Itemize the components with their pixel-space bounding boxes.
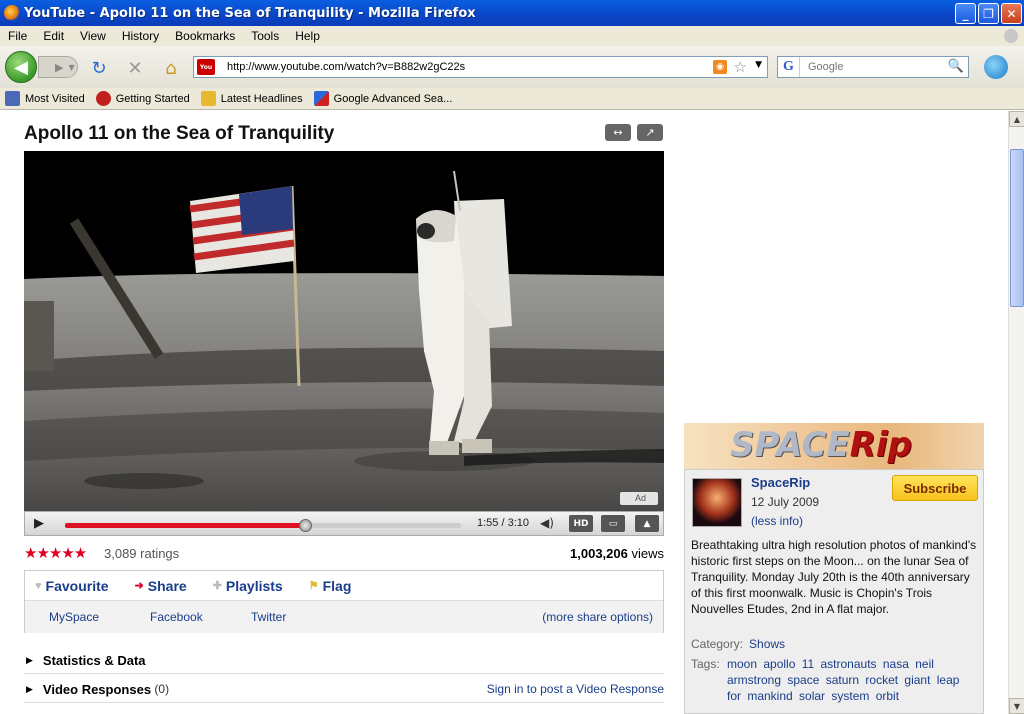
- menu-file[interactable]: File: [8, 29, 27, 43]
- less-info-link[interactable]: (less info): [751, 514, 803, 528]
- share-twitter-link[interactable]: Twitter: [251, 610, 286, 624]
- view-count: 1,003,206 views: [570, 546, 664, 561]
- tags-row: Tags: moon apollo 11 astronauts nasa neil…: [691, 656, 979, 704]
- channel-info-box: SpaceRip 12 July 2009 (less info) Subscr…: [684, 469, 984, 714]
- subscribe-button[interactable]: Subscribe: [892, 475, 978, 501]
- bookmark-star-icon[interactable]: ☆: [734, 58, 747, 76]
- share-arrow-icon: ➜: [134, 580, 144, 592]
- menu-view[interactable]: View: [80, 29, 106, 43]
- progress-handle[interactable]: [298, 519, 312, 532]
- reload-icon[interactable]: ↻: [88, 57, 110, 79]
- channel-name-link[interactable]: SpaceRip: [751, 475, 810, 490]
- expand-triangle-icon: ▶: [26, 683, 33, 694]
- ratings-bar: ★★★★★ 3,089 ratings 1,003,206 views: [24, 544, 664, 562]
- expand-triangle-icon: ▶: [26, 654, 33, 665]
- throbber-icon: [1004, 29, 1018, 43]
- bookmark-most-visited[interactable]: Most Visited: [5, 91, 85, 106]
- hd-button[interactable]: HD: [569, 515, 593, 532]
- heart-icon: ♥: [35, 579, 42, 592]
- share-myspace-link[interactable]: MySpace: [49, 610, 99, 624]
- ad-badge[interactable]: Ad: [635, 493, 646, 503]
- maximize-icon[interactable]: ❐: [978, 3, 999, 24]
- menu-edit[interactable]: Edit: [43, 29, 64, 43]
- google-engine-icon[interactable]: G: [778, 57, 800, 77]
- playlists-button[interactable]: ✚ Playlists: [213, 578, 283, 594]
- menu-history[interactable]: History: [122, 29, 159, 43]
- stop-icon[interactable]: ✕: [124, 57, 146, 79]
- action-panel: ♥ Favourite ➜ Share ✚ Playlists ⚑ Flag MySpa…: [24, 570, 664, 633]
- rss-folder-icon: [200, 91, 216, 106]
- bookmark-google-advanced[interactable]: Google Advanced Sea...: [313, 91, 452, 106]
- plus-icon: ✚: [212, 580, 222, 592]
- share-facebook-link[interactable]: Facebook: [150, 610, 203, 624]
- popout-icon[interactable]: ↗: [637, 124, 663, 141]
- forward-button[interactable]: ▶ ▼: [38, 56, 78, 78]
- play-icon[interactable]: ▶: [34, 516, 44, 531]
- tag-links[interactable]: moon apollo 11 astronauts nasa neil arms…: [727, 656, 979, 704]
- search-bar[interactable]: G 🔍: [777, 56, 969, 78]
- rating-stars[interactable]: ★★★★★: [24, 545, 87, 562]
- volume-icon[interactable]: ◀): [540, 516, 554, 530]
- upload-date: 12 July 2009: [751, 495, 820, 509]
- menu-tools[interactable]: Tools: [251, 29, 279, 43]
- spacerip-banner[interactable]: SPACERip: [684, 423, 984, 469]
- expand-width-icon[interactable]: ↔: [605, 124, 631, 141]
- menu-bookmarks[interactable]: Bookmarks: [175, 29, 235, 43]
- address-bar[interactable]: You http://www.youtube.com/watch?v=B882w…: [193, 56, 768, 78]
- bookmark-latest-headlines[interactable]: Latest Headlines: [200, 91, 303, 106]
- flag-button[interactable]: ⚑ Flag: [309, 578, 352, 594]
- window-title: YouTube - Apollo 11 on the Sea of Tranqu…: [24, 5, 476, 21]
- search-icon[interactable]: 🔍: [948, 59, 964, 74]
- home-icon[interactable]: ⌂: [160, 57, 182, 79]
- bookmark-getting-started[interactable]: Getting Started: [95, 91, 190, 106]
- favourite-button[interactable]: ♥ Favourite: [35, 578, 109, 594]
- most-visited-icon: [5, 91, 20, 106]
- search-input[interactable]: [808, 61, 938, 73]
- url-dropdown-icon[interactable]: ▼: [755, 60, 762, 70]
- scroll-up-icon[interactable]: ▲: [1009, 111, 1024, 127]
- scroll-thumb[interactable]: [1010, 149, 1024, 307]
- video-player[interactable]: Ad: [24, 151, 664, 511]
- menu-bar: File Edit View History Bookmarks Tools H…: [0, 26, 1024, 46]
- navigation-toolbar: ▶ ▼ ◀ ↻ ✕ ⌂ You http://www.youtube.com/wa…: [0, 46, 1024, 88]
- window-titlebar: YouTube - Apollo 11 on the Sea of Tranqu…: [0, 0, 1024, 26]
- rss-feed-icon[interactable]: ◉: [713, 60, 727, 74]
- share-button[interactable]: ➜ Share: [135, 578, 187, 594]
- sign-in-response-link[interactable]: Sign in to post a Video Response: [487, 682, 664, 696]
- popout-player-icon[interactable]: ▭: [601, 515, 625, 532]
- bookmarks-toolbar: Most Visited Getting Started Latest Head…: [0, 88, 1024, 110]
- google-icon: [313, 91, 329, 106]
- minimize-icon[interactable]: _: [955, 3, 976, 24]
- url-text[interactable]: http://www.youtube.com/watch?v=B882w2gC2…: [227, 61, 465, 73]
- channel-avatar[interactable]: [692, 478, 742, 527]
- progress-fill: [65, 523, 305, 528]
- category-link[interactable]: Shows: [749, 637, 785, 651]
- progress-track[interactable]: [65, 519, 461, 532]
- time-display: 1:55 / 3:10: [477, 517, 529, 529]
- scroll-down-icon[interactable]: ▼: [1009, 698, 1024, 714]
- youtube-favicon-icon: You: [197, 59, 215, 75]
- video-frame: [24, 151, 664, 511]
- back-button[interactable]: ◀: [5, 51, 37, 83]
- video-responses-section[interactable]: ▶ Video Responses (0) Sign in to post a …: [24, 676, 664, 703]
- close-icon[interactable]: ✕: [1001, 3, 1022, 24]
- video-description: Breathtaking ultra high resolution photo…: [691, 538, 977, 616]
- spacerip-logo: SPACERip: [730, 425, 912, 465]
- firefox-icon: [4, 5, 20, 21]
- menu-help[interactable]: Help: [295, 29, 320, 43]
- firefox-bookmark-icon: [95, 91, 111, 106]
- ratings-count: 3,089 ratings: [104, 546, 180, 561]
- vertical-scrollbar[interactable]: ▲ ▼: [1008, 111, 1024, 714]
- fullscreen-icon[interactable]: ▲: [635, 515, 659, 532]
- page-content: Apollo 11 on the Sea of Tranquility ↔ ↗: [0, 111, 1008, 714]
- more-share-options-link[interactable]: (more share options): [542, 610, 653, 624]
- flag: [189, 186, 295, 273]
- video-title: Apollo 11 on the Sea of Tranquility: [24, 123, 335, 144]
- statistics-section[interactable]: ▶ Statistics & Data: [24, 647, 664, 674]
- flag-icon: ⚑: [308, 580, 319, 592]
- category-row: Category: Shows: [691, 637, 786, 651]
- player-controls: ▶ 1:55 / 3:10 ◀) HD ▭ ▲: [24, 511, 664, 536]
- addon-globe-icon[interactable]: [984, 55, 1008, 79]
